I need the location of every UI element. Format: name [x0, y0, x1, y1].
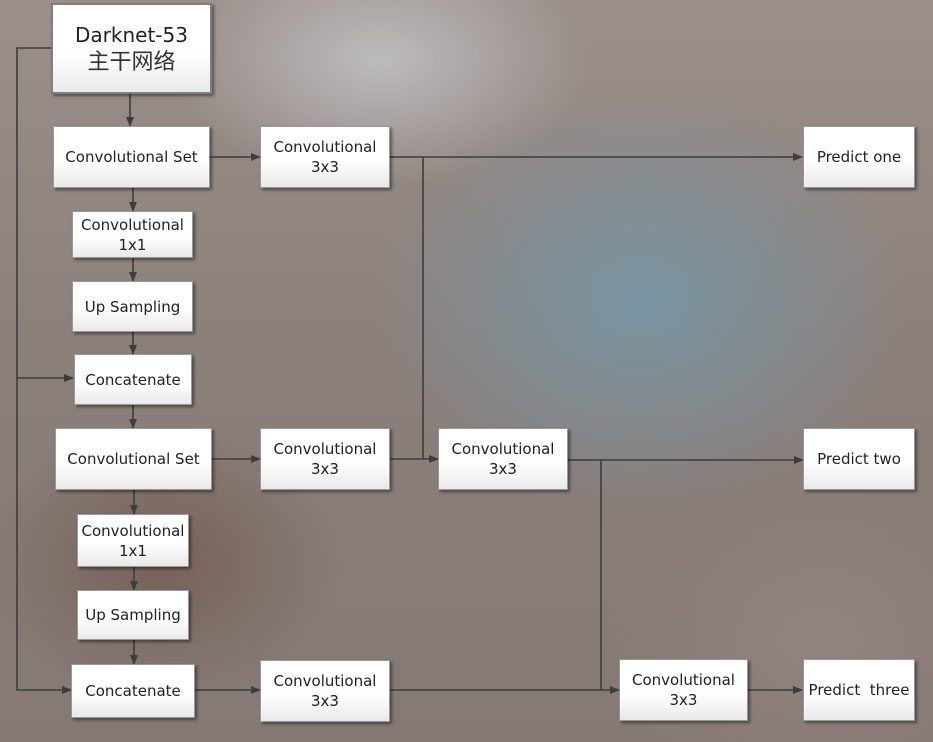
convolutional-3x3-e-node: Convolutional 3x3 [619, 659, 748, 721]
darknet-subtitle: 主干网络 [87, 49, 176, 75]
convolutional-3x3-d-node: Convolutional 3x3 [260, 660, 390, 722]
convolutional-3x3-a-line1: Convolutional [273, 138, 377, 156]
predict-three-label: Predict three [808, 681, 910, 699]
predict-three-node: Predict three [803, 659, 915, 721]
concatenate-2-node: Concatenate [71, 664, 195, 718]
convolutional-3x3-e-line1: Convolutional [632, 671, 735, 689]
convolutional-3x3-e-line2: 3x3 [669, 691, 698, 709]
convolutional-set-1-node: Convolutional Set [53, 126, 210, 188]
up-sampling-2-label: Up Sampling [85, 606, 181, 624]
darknet-title: Darknet-53 [75, 22, 188, 47]
convolutional-1x1-b-line2: 1x1 [119, 541, 147, 560]
up-sampling-1-node: Up Sampling [72, 281, 193, 332]
convolutional-3x3-c-node: Convolutional 3x3 [438, 428, 568, 490]
convolutional-3x3-a-line2: 3x3 [311, 158, 339, 176]
predict-one-node: Predict one [803, 126, 915, 188]
convolutional-3x3-b-node: Convolutional 3x3 [260, 428, 390, 490]
concatenate-2-label: Concatenate [85, 682, 181, 700]
convolutional-set-1-label: Convolutional Set [65, 148, 198, 166]
convolutional-set-2-node: Convolutional Set [55, 428, 212, 490]
convolutional-3x3-a-node: Convolutional 3x3 [260, 126, 390, 188]
convolutional-3x3-d-line1: Convolutional [273, 672, 377, 690]
up-sampling-1-label: Up Sampling [84, 297, 181, 316]
predict-two-node: Predict two [803, 428, 915, 490]
up-sampling-2-node: Up Sampling [77, 590, 189, 640]
convolutional-set-2-label: Convolutional Set [67, 450, 200, 468]
concatenate-1-label: Concatenate [85, 370, 181, 389]
darknet-backbone-node: Darknet-53 主干网络 [51, 3, 212, 94]
convolutional-3x3-b-line1: Convolutional [273, 440, 377, 458]
convolutional-3x3-b-line2: 3x3 [311, 460, 339, 478]
yolov3-diagram: Darknet-53 主干网络 Convolutional Set Convol… [0, 0, 933, 742]
concatenate-1-node: Concatenate [74, 354, 192, 405]
convolutional-1x1-b-node: Convolutional 1x1 [77, 514, 189, 567]
convolutional-3x3-d-line2: 3x3 [311, 692, 339, 710]
convolutional-1x1-a-line2: 1x1 [118, 235, 147, 254]
predict-two-label: Predict two [817, 450, 901, 468]
predict-one-label: Predict one [816, 148, 902, 166]
convolutional-1x1-a-node: Convolutional 1x1 [72, 211, 193, 258]
convolutional-3x3-c-line1: Convolutional [451, 440, 555, 458]
convolutional-1x1-a-line1: Convolutional [81, 215, 184, 234]
convolutional-1x1-b-line1: Convolutional [81, 521, 185, 540]
convolutional-3x3-c-line2: 3x3 [489, 460, 517, 478]
